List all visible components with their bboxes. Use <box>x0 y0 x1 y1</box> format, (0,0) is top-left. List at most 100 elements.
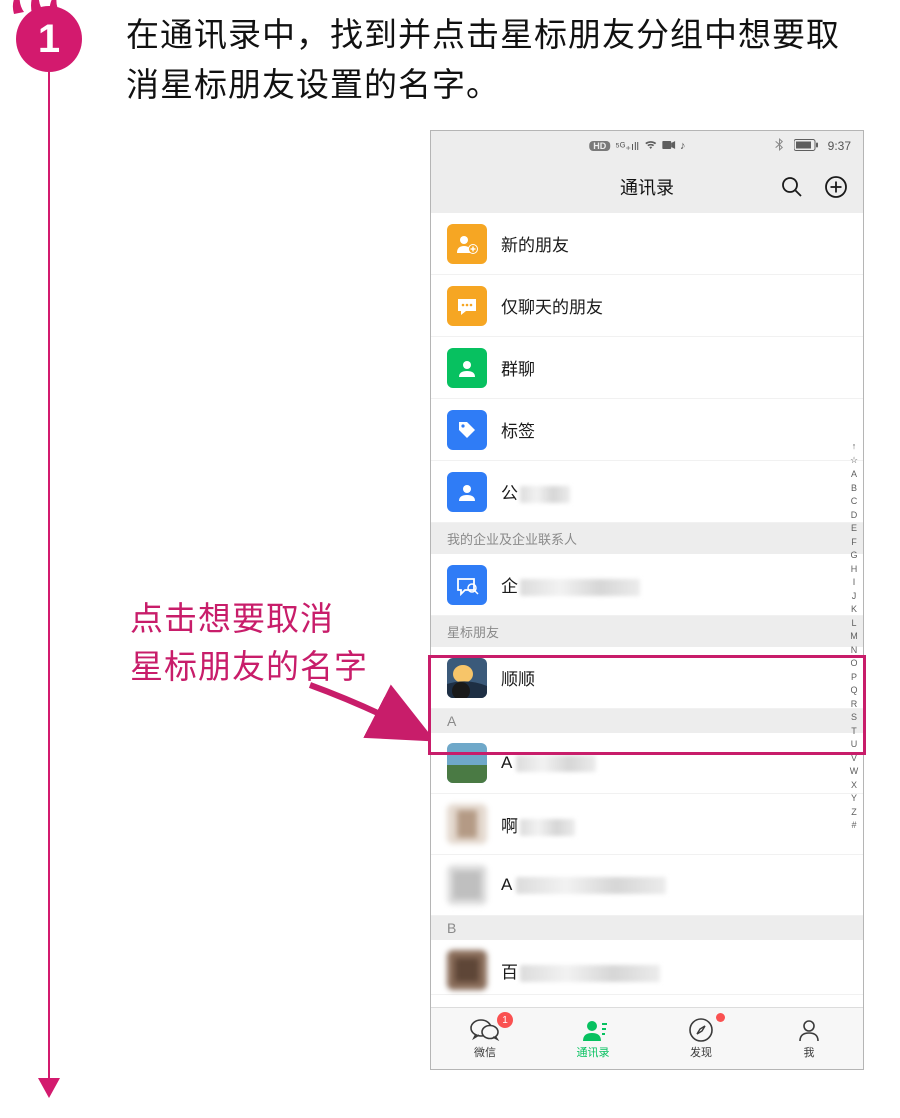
index-letter[interactable]: E <box>851 523 857 533</box>
header-actions <box>779 174 849 200</box>
index-letter[interactable]: Y <box>851 793 857 803</box>
row-official-accounts[interactable]: 公 <box>431 461 863 523</box>
new-friends-icon <box>447 224 487 264</box>
index-letter[interactable]: H <box>851 564 858 574</box>
header: 通讯录 <box>431 161 863 213</box>
index-letter[interactable]: K <box>851 604 857 614</box>
row-contact-a3[interactable]: A <box>431 855 863 916</box>
index-letter[interactable]: V <box>851 753 857 763</box>
callout-line1: 点击想要取消 <box>130 595 430 643</box>
bluetooth-icon <box>775 138 784 154</box>
avatar <box>447 950 487 990</box>
tags-icon <box>447 410 487 450</box>
status-left-icons: HD ⁵ᴳ₊ıll ♪ <box>589 139 685 153</box>
tab-contacts[interactable]: 通讯录 <box>539 1008 647 1069</box>
index-letter[interactable]: B <box>851 483 857 493</box>
tab-discover[interactable]: 发现 <box>647 1008 755 1069</box>
row-contact-a2[interactable]: 啊 <box>431 794 863 855</box>
row-contact-a1[interactable]: A <box>431 733 863 794</box>
header-title: 通讯录 <box>620 174 674 200</box>
avatar <box>447 804 487 844</box>
step-number: 1 <box>38 17 60 62</box>
chat-only-icon <box>447 286 487 326</box>
hd-icon: HD <box>589 141 610 151</box>
index-letter[interactable]: G <box>850 550 857 560</box>
index-letter[interactable]: F <box>851 537 857 547</box>
step-connector-arrowhead <box>38 1078 60 1098</box>
tab-label: 发现 <box>690 1044 712 1060</box>
index-letter[interactable]: L <box>851 618 856 628</box>
row-label: 标签 <box>501 417 535 442</box>
row-label: A <box>501 753 596 773</box>
group-chat-icon <box>447 348 487 388</box>
tab-wechat[interactable]: 微信 1 <box>431 1008 539 1069</box>
index-letter[interactable]: X <box>851 780 857 790</box>
enterprise-icon <box>447 565 487 605</box>
search-icon[interactable] <box>779 174 805 200</box>
index-letter[interactable]: J <box>852 591 857 601</box>
row-label: A <box>501 875 666 895</box>
discover-icon <box>686 1017 716 1043</box>
section-enterprise: 我的企业及企业联系人 <box>431 523 863 554</box>
row-contact-b1[interactable]: 百 <box>431 940 863 995</box>
wechat-badge: 1 <box>497 1012 513 1028</box>
index-letter[interactable]: S <box>851 712 857 722</box>
index-letter[interactable]: C <box>851 496 858 506</box>
tab-label: 通讯录 <box>577 1044 610 1060</box>
section-b: B <box>431 916 863 940</box>
wifi-icon <box>644 139 657 153</box>
index-letter[interactable]: U <box>851 739 858 749</box>
index-letter[interactable]: ☆ <box>850 455 858 466</box>
contacts-icon <box>578 1017 608 1043</box>
official-icon <box>447 472 487 512</box>
add-icon[interactable] <box>823 174 849 200</box>
callout-text: 点击想要取消 星标朋友的名字 <box>130 595 430 691</box>
row-chat-only[interactable]: 仅聊天的朋友 <box>431 275 863 337</box>
index-letter[interactable]: D <box>851 510 858 520</box>
row-label: 百 <box>501 958 660 983</box>
row-new-friends[interactable]: 新的朋友 <box>431 213 863 275</box>
row-enterprise-contact[interactable]: 企 <box>431 554 863 616</box>
tab-label: 我 <box>804 1044 815 1060</box>
row-label: 企 <box>501 572 640 597</box>
index-letter[interactable]: I <box>853 577 856 587</box>
avatar <box>447 865 487 905</box>
index-letter[interactable]: R <box>851 699 858 709</box>
status-bar: HD ⁵ᴳ₊ıll ♪ 9:37 <box>431 131 863 161</box>
row-label: 新的朋友 <box>501 231 569 256</box>
index-letter[interactable]: M <box>850 631 858 641</box>
alpha-index-strip[interactable]: ↑ ☆ ABCDEFGHIJKLMNOPQRSTUVWXYZ # <box>848 441 860 830</box>
row-starred-contact-shunshun[interactable]: 顺顺 <box>431 647 863 709</box>
row-label: 仅聊天的朋友 <box>501 293 603 318</box>
index-letter[interactable]: O <box>850 658 857 668</box>
section-starred: 星标朋友 <box>431 616 863 647</box>
index-letter[interactable]: # <box>851 820 856 830</box>
contacts-list: 新的朋友 仅聊天的朋友 群聊 标签 公 我的企业及企业联系人 <box>431 213 863 1007</box>
discover-dot <box>716 1013 725 1022</box>
index-letter[interactable]: Q <box>850 685 857 695</box>
battery-icon <box>794 139 818 154</box>
callout-arrow <box>305 680 445 760</box>
row-label: 公 <box>501 479 570 504</box>
phone-screen: HD ⁵ᴳ₊ıll ♪ 9:37 通讯录 <box>430 130 864 1070</box>
music-note-icon: ♪ <box>680 140 686 152</box>
tab-me[interactable]: 我 <box>755 1008 863 1069</box>
tab-bar: 微信 1 通讯录 发现 我 <box>431 1007 863 1069</box>
avatar <box>447 743 487 783</box>
index-letter[interactable]: Z <box>851 807 857 817</box>
index-letter[interactable]: A <box>851 469 857 479</box>
step-connector-line <box>48 72 50 1082</box>
row-group-chat[interactable]: 群聊 <box>431 337 863 399</box>
wechat-icon <box>470 1017 500 1043</box>
row-tags[interactable]: 标签 <box>431 399 863 461</box>
index-letter[interactable]: N <box>851 645 858 655</box>
tab-label: 微信 <box>474 1044 496 1060</box>
index-letter[interactable]: W <box>850 766 859 776</box>
section-a: A <box>431 709 863 733</box>
index-letter[interactable]: P <box>851 672 857 682</box>
index-letter[interactable]: T <box>851 726 857 736</box>
me-icon <box>794 1017 824 1043</box>
row-label: 群聊 <box>501 355 535 380</box>
status-time: 9:37 <box>828 139 851 153</box>
index-letter[interactable]: ↑ <box>852 441 857 451</box>
